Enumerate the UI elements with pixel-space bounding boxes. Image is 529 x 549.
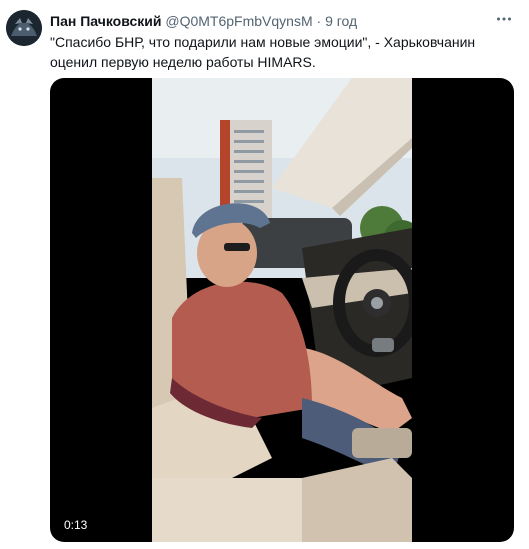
- tweet-text: "Спасибо БНР, что подарили нам новые эмо…: [50, 34, 476, 70]
- author-name[interactable]: Пан Пачковский: [50, 13, 161, 29]
- video-duration: 0:13: [58, 516, 94, 534]
- tweet-header: Пан Пачковский @Q0MT6pFmbVqynsM · 9 год: [50, 12, 357, 30]
- tweet: Пан Пачковский @Q0MT6pFmbVqynsM · 9 год …: [0, 0, 529, 549]
- video-frame: [152, 78, 412, 542]
- video-player[interactable]: 0:13: [50, 78, 514, 542]
- author-handle[interactable]: @Q0MT6pFmbVqynsM: [165, 13, 312, 29]
- more-icon[interactable]: [493, 10, 515, 30]
- avatar[interactable]: [6, 10, 42, 46]
- tweet-time[interactable]: 9 год: [325, 13, 357, 29]
- separator-dot: ·: [316, 13, 322, 29]
